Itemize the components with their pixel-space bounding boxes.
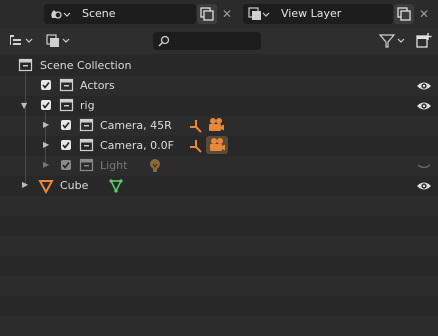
display-mode-menu[interactable] [45,33,73,49]
editor-type-menu[interactable] [8,33,36,49]
row-bg [0,316,438,336]
item-label: Actors [80,79,115,92]
outliner-tree: Scene Collection Actors ▼ rig ▶ Camera, … [0,56,438,336]
scene-selector[interactable]: Scene [44,4,196,24]
outliner-header [0,28,438,54]
copy-icon [397,7,411,21]
item-label: Camera, 0.0F [100,139,174,152]
mesh-object-icon [38,180,54,194]
search-icon [158,35,170,47]
tree-row-cube[interactable]: ▶ Cube [0,176,438,196]
exclude-checkbox[interactable] [61,160,71,170]
collection-icon [79,158,94,172]
tree-row-camera-00f[interactable]: ▶ Camera, 0.0F [0,136,438,156]
expand-arrow-icon[interactable]: ▼ [21,101,27,110]
eye-closed-icon[interactable] [416,162,432,172]
collection-icon [18,58,33,72]
delete-scene-button[interactable]: ✕ [218,4,236,24]
delete-view-layer-button[interactable]: ✕ [415,4,433,24]
row-bg [0,276,438,296]
camera-data-icon[interactable] [207,117,225,133]
expand-arrow-icon[interactable]: ▶ [43,160,49,169]
search-input[interactable] [153,32,261,50]
exclude-checkbox[interactable] [41,100,51,110]
exclude-checkbox[interactable] [61,120,71,130]
item-label: Light [100,159,128,172]
empty-object-icon[interactable] [188,138,204,154]
view-layer-selector[interactable]: View Layer [243,4,393,24]
collection-icon [79,138,94,152]
scene-name: Scene [82,7,116,20]
new-collection-button[interactable] [414,31,434,51]
scene-icon [51,10,71,19]
check-icon [42,82,50,89]
expand-arrow-icon[interactable]: ▶ [43,120,49,129]
exclude-checkbox[interactable] [61,140,71,150]
camera-data-icon [210,138,225,151]
eye-icon[interactable] [416,79,432,93]
row-bg [0,236,438,256]
check-icon [62,142,70,149]
item-label: Cube [60,179,89,192]
tree-row-camera-45r[interactable]: ▶ Camera, 45R [0,116,438,136]
header-bar: Scene ✕ View Layer ✕ [0,0,438,28]
item-label: rig [80,99,95,112]
tree-row-light[interactable]: ▶ Light [0,156,438,176]
check-icon [62,122,70,129]
collection-icon [79,118,94,132]
camera-data-button[interactable] [206,136,228,154]
duplicate-scene-button[interactable] [197,4,217,24]
duplicate-view-layer-button[interactable] [394,4,414,24]
copy-icon [200,7,214,21]
render-layers-icon [46,34,70,47]
tree-row-rig[interactable]: ▼ rig [0,96,438,116]
empty-object-icon[interactable] [188,118,204,134]
eye-icon[interactable] [416,179,432,193]
filter-menu[interactable] [378,32,408,50]
row-bg [0,196,438,216]
check-icon [42,102,50,109]
scene-collection-label: Scene Collection [40,59,132,72]
expand-arrow-icon[interactable]: ▶ [22,180,28,189]
expand-arrow-icon[interactable]: ▶ [43,140,49,149]
light-bulb-icon[interactable] [148,158,162,174]
item-label: Camera, 45R [100,119,172,132]
exclude-checkbox[interactable] [41,80,51,90]
filter-icon [378,34,405,48]
collection-icon [59,78,74,92]
render-layers-icon [248,7,270,20]
check-icon [62,162,70,169]
view-layer-name: View Layer [281,7,342,20]
mesh-data-icon[interactable] [108,178,124,194]
eye-icon[interactable] [416,99,432,113]
new-collection-icon [416,33,432,48]
outliner-icon [10,35,33,45]
tree-row-scene-collection[interactable]: Scene Collection [0,56,438,76]
collection-icon [59,98,74,112]
tree-row-actors[interactable]: Actors [0,76,438,96]
